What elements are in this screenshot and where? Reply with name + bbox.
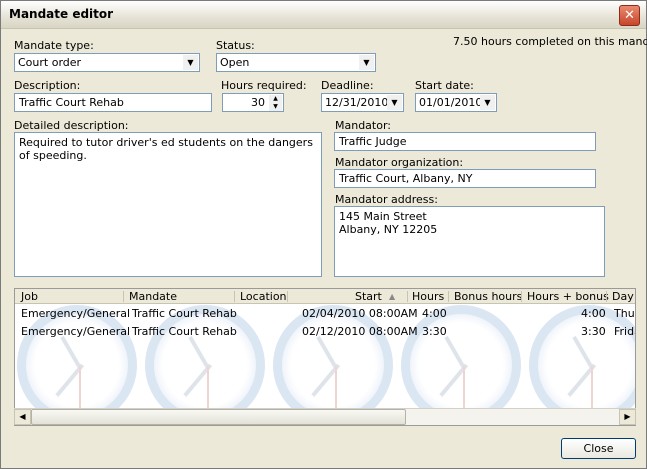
deadline-date-picker[interactable]: 12/31/2010 ▼ [321, 93, 404, 112]
address-line-1: 145 Main Street [339, 210, 427, 223]
column-header-hours-plus-bonus[interactable]: Hours + bonus [527, 290, 609, 303]
sort-ascending-icon: ▲ [389, 292, 396, 301]
column-header-bonus-hours[interactable]: Bonus hours [454, 290, 522, 303]
close-icon[interactable]: ✕ [619, 5, 640, 26]
cell-mandate: Traffic Court Rehab [132, 307, 237, 320]
close-button[interactable]: Close [561, 438, 636, 459]
mandator-organization-field[interactable]: Traffic Court, Albany, NY [334, 169, 596, 188]
scrollbar-thumb[interactable] [31, 409, 406, 425]
hours-required-stepper[interactable]: 30 ▲ ▼ [222, 93, 284, 112]
mandator-label: Mandator: [335, 119, 392, 132]
deadline-label: Deadline: [321, 79, 374, 92]
hours-required-label: Hours required: [221, 79, 307, 92]
status-label: Status: [216, 39, 255, 52]
title-bar[interactable]: Mandate editor ✕ [1, 1, 646, 29]
cell-job: Emergency/General [21, 307, 131, 320]
work-log-table[interactable]: Job Mandate Location Start ▲ Hours Bonus… [14, 288, 636, 426]
hours-completed-text: 7.50 hours completed on this mandate. [453, 35, 647, 48]
window-title: Mandate editor [9, 7, 114, 21]
mandate-editor-window: Mandate editor ✕ 7.50 hours completed on… [0, 0, 647, 469]
start-date-picker[interactable]: 01/01/2010 ▼ [415, 93, 497, 112]
chevron-down-icon[interactable]: ▼ [480, 95, 495, 110]
column-header-hours[interactable]: Hours [412, 290, 444, 303]
mandate-type-select[interactable]: Court order ▼ [14, 53, 200, 72]
address-line-2: Albany, NY 12205 [339, 223, 438, 236]
column-header-mandate[interactable]: Mandate [129, 290, 177, 303]
horizontal-scrollbar[interactable]: ◀ ▶ [14, 408, 636, 425]
detailed-description-label: Detailed description: [14, 119, 129, 132]
table-row[interactable]: Emergency/General Traffic Court Rehab 02… [15, 305, 635, 323]
description-label: Description: [14, 79, 81, 92]
description-field[interactable]: Traffic Court Rehab [14, 93, 212, 112]
mandator-address-label: Mandator address: [335, 193, 438, 206]
column-header-day[interactable]: Day [612, 290, 634, 303]
mandator-address-textarea[interactable]: 145 Main Street Albany, NY 12205 [334, 206, 605, 277]
status-value: Open [220, 56, 250, 69]
scroll-right-icon[interactable]: ▶ [619, 409, 636, 425]
cell-job: Emergency/General [21, 325, 131, 338]
column-header-job[interactable]: Job [21, 290, 38, 303]
chevron-down-icon[interactable]: ▼ [387, 95, 402, 110]
cell-mandate: Traffic Court Rehab [132, 325, 237, 338]
scroll-left-icon[interactable]: ◀ [14, 409, 31, 425]
cell-day: Thur [614, 307, 635, 320]
cell-hours-plus-bonus: 3:30 [581, 325, 606, 338]
column-header-start[interactable]: Start [355, 290, 382, 303]
chevron-down-icon[interactable]: ▼ [183, 55, 198, 70]
spin-up-icon[interactable]: ▲ [269, 95, 282, 103]
table-row[interactable]: Emergency/General Traffic Court Rehab 02… [15, 323, 635, 341]
mandator-organization-label: Mandator organization: [335, 156, 464, 169]
mandator-field[interactable]: Traffic Judge [334, 132, 596, 151]
status-select[interactable]: Open ▼ [216, 53, 376, 72]
cell-hours-plus-bonus: 4:00 [581, 307, 606, 320]
hours-required-value: 30 [251, 96, 265, 109]
start-date-value: 01/01/2010 [419, 96, 483, 109]
cell-start: 02/12/2010 08:00AM [302, 325, 418, 338]
table-header: Job Mandate Location Start ▲ Hours Bonus… [15, 289, 635, 304]
cell-day: Frida [614, 325, 635, 338]
cell-hours: 3:30 [422, 325, 447, 338]
cell-hours: 4:00 [422, 307, 447, 320]
start-date-label: Start date: [415, 79, 474, 92]
deadline-value: 12/31/2010 [325, 96, 389, 109]
column-header-location[interactable]: Location [240, 290, 287, 303]
mandate-type-value: Court order [18, 56, 82, 69]
detailed-description-textarea[interactable]: Required to tutor driver's ed students o… [14, 132, 322, 277]
spin-down-icon[interactable]: ▼ [269, 103, 282, 111]
mandate-type-label: Mandate type: [14, 39, 94, 52]
cell-start: 02/04/2010 08:00AM [302, 307, 418, 320]
chevron-down-icon[interactable]: ▼ [359, 55, 374, 70]
